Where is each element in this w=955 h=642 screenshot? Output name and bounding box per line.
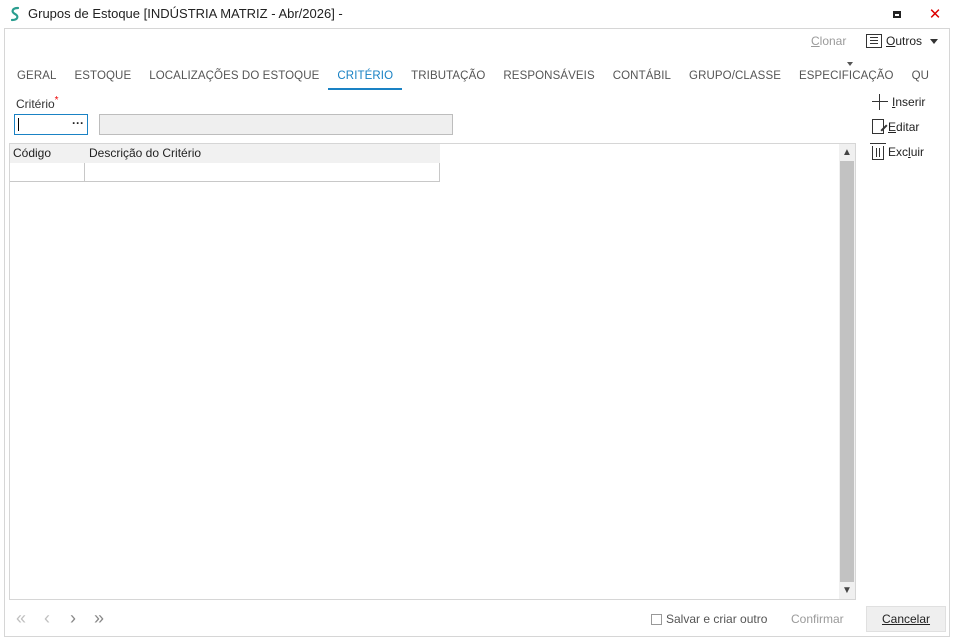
last-record-icon[interactable]: » — [90, 608, 108, 628]
salvar-label: Salvar e criar outro — [666, 612, 768, 626]
lookup-button[interactable]: ··· — [72, 116, 84, 130]
inserir-label: nserir — [895, 95, 926, 109]
tab-responsaveis[interactable]: RESPONSÁVEIS — [494, 64, 603, 90]
tab-qu-truncated[interactable]: QU — [903, 64, 938, 90]
maximize-icon — [893, 10, 901, 18]
inserir-button[interactable]: Inserir — [872, 94, 925, 110]
scroll-up-icon[interactable]: ▲ — [839, 144, 855, 161]
close-icon: ✕ — [928, 6, 942, 23]
cancelar-label: Cancelar — [881, 612, 931, 626]
column-header-descricao[interactable]: Descrição do Critério — [85, 144, 440, 163]
scroll-down-icon[interactable]: ▼ — [839, 582, 855, 599]
title-bar: Grupos de Estoque [INDÚSTRIA MATRIZ - Ab… — [0, 0, 955, 28]
clonar-label: lonar — [819, 34, 847, 48]
previous-record-icon[interactable]: ‹ — [38, 608, 56, 628]
scroll-thumb[interactable] — [840, 161, 854, 582]
editar-button[interactable]: Editar — [872, 119, 919, 134]
tab-localizacoes[interactable]: LOCALIZAÇÕES DO ESTOQUE — [140, 64, 328, 90]
maximize-button[interactable] — [882, 0, 912, 28]
tab-estoque[interactable]: ESTOQUE — [66, 64, 141, 90]
text-cursor — [18, 118, 19, 131]
clonar-mnemonic: C — [811, 34, 820, 48]
app-logo-icon — [10, 6, 20, 22]
column-header-codigo[interactable]: Código — [10, 144, 85, 163]
cell-codigo[interactable] — [10, 163, 85, 181]
required-marker: * — [54, 95, 59, 106]
record-navigation: « ‹ › » — [12, 608, 108, 628]
tab-tributacao[interactable]: TRIBUTAÇÃO — [402, 64, 494, 90]
excluir-label-end: uir — [910, 145, 925, 159]
list-icon — [866, 34, 882, 48]
next-record-icon[interactable]: › — [64, 608, 82, 628]
clonar-button[interactable]: Clonar — [811, 34, 846, 48]
tab-bar: GERAL ESTOQUE LOCALIZAÇÕES DO ESTOQUE CR… — [8, 64, 938, 90]
tab-criterio[interactable]: CRITÉRIO — [328, 64, 402, 90]
table-row[interactable] — [10, 163, 440, 182]
editar-mnemonic: E — [888, 119, 897, 134]
editar-label: ditar — [896, 119, 920, 134]
window-title: Grupos de Estoque [INDÚSTRIA MATRIZ - Ab… — [28, 6, 343, 21]
chevron-down-icon — [930, 38, 939, 44]
checkbox-box[interactable] — [651, 613, 662, 625]
vertical-scrollbar[interactable]: ▲ ▼ — [839, 144, 855, 599]
criterio-code-input[interactable]: ··· — [14, 114, 88, 135]
edit-icon — [872, 119, 884, 134]
outros-mnemonic: O — [886, 34, 896, 48]
close-button[interactable]: ✕ — [920, 0, 950, 28]
excluir-label-start: Exc — [888, 145, 909, 159]
outros-label: utros — [895, 34, 923, 48]
tab-contabil[interactable]: CONTÁBIL — [604, 64, 680, 90]
excluir-button[interactable]: Excluir — [870, 143, 925, 160]
tab-overflow-icon[interactable] — [847, 62, 853, 66]
tab-especificacao[interactable]: ESPECIFICAÇÃO — [790, 64, 903, 90]
first-record-icon[interactable]: « — [12, 608, 30, 628]
tab-geral[interactable]: GERAL — [8, 64, 66, 90]
criterio-label: Critério* — [16, 95, 59, 111]
salvar-e-criar-outro-checkbox[interactable]: Salvar e criar outro — [651, 612, 767, 626]
plus-icon — [872, 94, 888, 110]
footer-bar: « ‹ › » Salvar e criar outro Confirmar C… — [4, 600, 950, 637]
outros-menu-button[interactable]: Outros — [866, 31, 939, 51]
criterio-label-text: Critério — [16, 97, 55, 111]
cancelar-button[interactable]: Cancelar — [866, 606, 946, 632]
tab-grupo-classe[interactable]: GRUPO/CLASSE — [680, 64, 790, 90]
criterio-grid: Código Descrição do Critério ▲ ▼ — [9, 143, 856, 600]
grid-header: Código Descrição do Critério — [10, 144, 440, 163]
criterio-description-field — [99, 114, 453, 135]
trash-icon — [870, 143, 886, 160]
confirmar-button[interactable]: Confirmar — [791, 612, 844, 626]
